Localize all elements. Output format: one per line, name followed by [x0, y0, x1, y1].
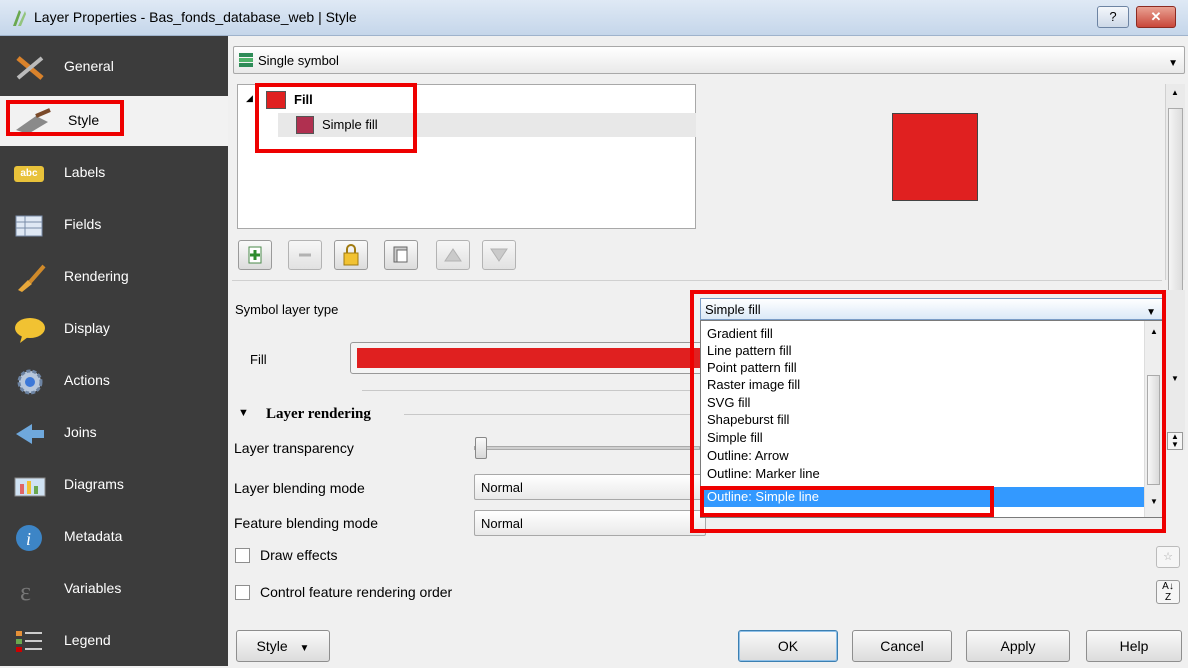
sidebar-item-fields[interactable]: Fields [0, 200, 228, 252]
svg-text:i: i [26, 529, 31, 549]
move-down-button[interactable] [482, 240, 516, 270]
style-menu-button[interactable]: Style ▼ [236, 630, 330, 662]
scrollbar-thumb[interactable] [1168, 108, 1183, 314]
sidebar-item-labels[interactable]: abc Labels [0, 148, 228, 200]
sidebar-item-label: Joins [64, 424, 97, 440]
layer-blending-label: Layer blending mode [234, 480, 365, 496]
actions-gear-icon [14, 368, 46, 396]
sidebar-item-label: Metadata [64, 528, 123, 544]
annotation-option-highlight [700, 486, 994, 517]
layer-blending-value: Normal [481, 480, 523, 495]
divider [232, 280, 1162, 281]
sidebar-item-label: Actions [64, 372, 110, 388]
style-menu-label: Style [256, 638, 288, 654]
help-button[interactable]: Help [1086, 630, 1182, 662]
renderer-select-value: Single symbol [258, 53, 339, 68]
display-speech-icon [14, 316, 46, 344]
variables-epsilon-icon: ε [14, 576, 46, 606]
sidebar-item-label: Rendering [64, 268, 129, 284]
collapse-icon[interactable]: ◢ [246, 93, 253, 104]
rendering-brush-icon [14, 264, 46, 292]
sidebar-item-label: Labels [64, 164, 106, 180]
qgis-logo-icon [10, 8, 28, 28]
close-window-button[interactable]: ✕ [1136, 6, 1176, 28]
fill-color-swatch [357, 348, 707, 368]
labels-abc-icon: abc [14, 160, 46, 188]
title-bar: Layer Properties - Bas_fonds_database_we… [0, 0, 1188, 36]
sidebar-item-label: Display [64, 320, 110, 336]
effects-settings-button[interactable]: ☆ [1156, 546, 1180, 568]
sidebar-item-label: Fields [64, 216, 102, 232]
preview-scrollbar[interactable]: ▲ [1165, 84, 1185, 314]
sidebar-item-label: General [64, 58, 114, 74]
arrow-down-icon [490, 248, 508, 262]
chevron-down-icon [1168, 54, 1178, 69]
ok-button[interactable]: OK [738, 630, 838, 662]
sidebar-item-variables[interactable]: ε Variables [0, 564, 228, 616]
legend-list-icon [14, 628, 46, 656]
sidebar-item-joins[interactable]: Joins [0, 408, 228, 460]
plus-icon [248, 246, 262, 264]
fill-color-button[interactable] [350, 342, 710, 374]
lock-icon [343, 244, 359, 266]
sidebar-item-display[interactable]: Display [0, 304, 228, 356]
properties-scrollbar[interactable]: ▼ ▲ ▼ [1165, 290, 1185, 450]
symbol-preview [892, 113, 978, 201]
sidebar-item-label: Variables [64, 580, 122, 596]
remove-symbol-layer-button[interactable] [288, 240, 322, 270]
sort-order-button[interactable]: A↓ Z [1156, 580, 1180, 604]
help-title-button[interactable]: ? [1097, 6, 1129, 28]
sidebar-item-diagrams[interactable]: Diagrams [0, 460, 228, 512]
sidebar-item-metadata[interactable]: i Metadata [0, 512, 228, 564]
metadata-info-icon: i [14, 524, 46, 552]
feature-blending-value: Normal [481, 516, 523, 531]
draw-effects-checkbox[interactable] [235, 548, 250, 563]
fields-table-icon [14, 212, 46, 240]
scroll-up-icon[interactable]: ▲ [1171, 88, 1179, 97]
general-tools-icon [14, 54, 46, 82]
divider [404, 414, 694, 415]
single-symbol-icon [238, 52, 254, 68]
transparency-slider[interactable] [474, 437, 700, 459]
sidebar-item-legend[interactable]: Legend [0, 616, 228, 668]
sidebar-item-rendering[interactable]: Rendering [0, 252, 228, 304]
feature-order-label: Control feature rendering order [260, 584, 453, 600]
sidebar-item-general[interactable]: General [0, 42, 228, 94]
svg-text:ε: ε [20, 577, 31, 604]
layer-transparency-label: Layer transparency [234, 440, 354, 456]
layer-rendering-section-title: Layer rendering [266, 406, 371, 422]
sidebar-item-label: Diagrams [64, 476, 124, 492]
duplicate-symbol-layer-button[interactable] [384, 240, 418, 270]
collapse-section-icon[interactable]: ▼ [238, 407, 249, 419]
chevron-down-icon: ▼ [299, 643, 310, 654]
arrow-up-icon [444, 248, 462, 262]
window-title: Layer Properties - Bas_fonds_database_we… [34, 9, 357, 25]
fill-color-label: Fill [250, 352, 267, 367]
annotation-tree-highlight [255, 83, 417, 153]
apply-button[interactable]: Apply [966, 630, 1070, 662]
cancel-button[interactable]: Cancel [852, 630, 952, 662]
spin-button[interactable]: ▲ ▼ [1167, 432, 1183, 450]
divider [362, 390, 692, 391]
feature-order-checkbox[interactable] [235, 585, 250, 600]
scroll-down-icon[interactable]: ▼ [1171, 374, 1179, 383]
add-symbol-layer-button[interactable] [238, 240, 272, 270]
layer-blending-select[interactable]: Normal [474, 474, 706, 500]
duplicate-icon [393, 246, 408, 263]
minus-icon [299, 253, 311, 257]
annotation-style-highlight [6, 100, 124, 136]
slider-handle[interactable] [475, 437, 487, 459]
symbol-layer-type-label: Symbol layer type [235, 302, 339, 317]
sidebar-item-label: Legend [64, 632, 111, 648]
feature-blending-select[interactable]: Normal [474, 510, 706, 536]
joins-arrow-icon [14, 420, 46, 448]
sidebar-item-actions[interactable]: Actions [0, 356, 228, 408]
renderer-select[interactable]: Single symbol [233, 46, 1185, 74]
draw-effects-label: Draw effects [260, 547, 338, 563]
feature-blending-label: Feature blending mode [234, 515, 378, 531]
lock-color-button[interactable] [334, 240, 368, 270]
move-up-button[interactable] [436, 240, 470, 270]
diagrams-chart-icon [14, 472, 46, 500]
